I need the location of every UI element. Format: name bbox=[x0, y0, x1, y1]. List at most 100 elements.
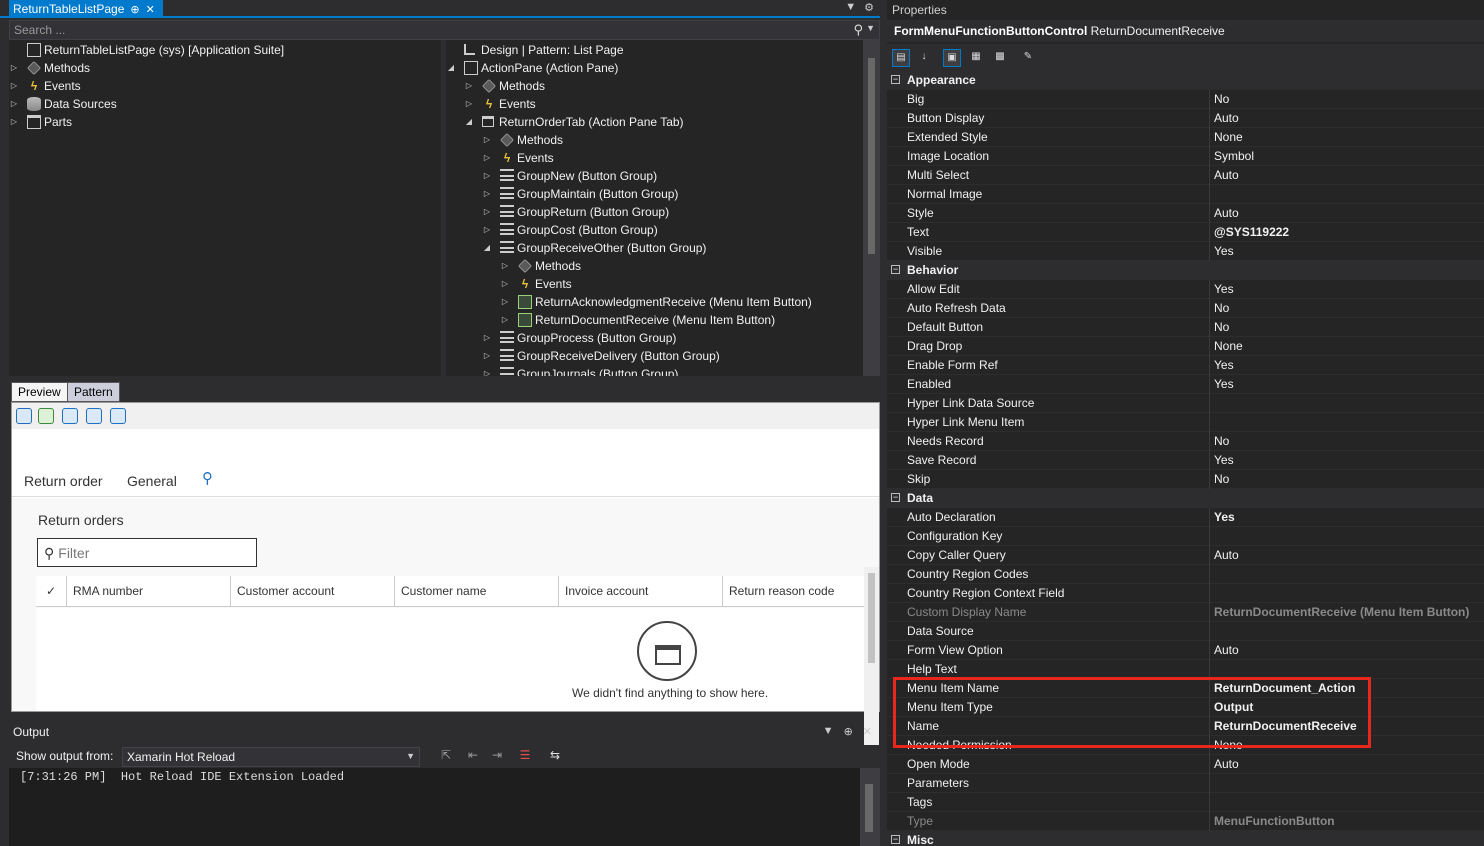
tree-node[interactable]: ▷ Data Sources bbox=[9, 95, 441, 113]
chevron-down-icon[interactable]: ▼ bbox=[406, 751, 415, 761]
property-row[interactable]: Type MenuFunctionButton bbox=[887, 812, 1484, 831]
wrench-icon[interactable]: ✎ bbox=[1019, 49, 1037, 67]
column-rma-number[interactable]: RMA number bbox=[66, 576, 230, 607]
tree-node[interactable]: ▷ ϟ Events bbox=[446, 149, 880, 167]
categorized-icon[interactable]: ▤ bbox=[892, 49, 910, 67]
property-row[interactable]: Auto Refresh Data No bbox=[887, 299, 1484, 318]
property-row[interactable]: Data Source bbox=[887, 622, 1484, 641]
property-row[interactable]: Needs Record No bbox=[887, 432, 1484, 451]
tree-node[interactable]: ▷ GroupJournals (Button Group) bbox=[446, 365, 880, 376]
property-row[interactable]: Needed Permission None bbox=[887, 736, 1484, 755]
property-row[interactable]: Configuration Key bbox=[887, 527, 1484, 546]
property-value[interactable]: @SYS119222 bbox=[1214, 223, 1484, 242]
property-row[interactable]: Normal Image bbox=[887, 185, 1484, 204]
property-value[interactable]: No bbox=[1214, 299, 1484, 318]
settings-gear-icon[interactable]: ⚙ bbox=[864, 1, 874, 14]
tree-node[interactable]: ▷ ϟ Events bbox=[9, 77, 441, 95]
property-value[interactable]: Yes bbox=[1214, 508, 1484, 527]
export-icon[interactable] bbox=[86, 408, 102, 424]
tree-node[interactable]: ▷ GroupReturn (Button Group) bbox=[446, 203, 880, 221]
property-row[interactable]: Parameters bbox=[887, 774, 1484, 793]
expand-arrow-icon[interactable]: ▷ bbox=[482, 185, 492, 203]
property-value[interactable]: Yes bbox=[1214, 356, 1484, 375]
tab-preview[interactable]: Preview bbox=[11, 382, 68, 402]
property-row[interactable]: Country Region Codes bbox=[887, 565, 1484, 584]
expand-arrow-icon[interactable]: ▷ bbox=[464, 77, 474, 95]
property-row[interactable]: Image Location Symbol bbox=[887, 147, 1484, 166]
property-row[interactable]: Enable Form Ref Yes bbox=[887, 356, 1484, 375]
pin-icon[interactable]: ⊕ bbox=[844, 725, 853, 738]
property-value[interactable]: ReturnDocument_Action bbox=[1214, 679, 1484, 698]
tree-node[interactable]: ▷ GroupMaintain (Button Group) bbox=[446, 185, 880, 203]
tree-node[interactable]: ▷ GroupReceiveDelivery (Button Group) bbox=[446, 347, 880, 365]
properties-object-selector[interactable]: FormMenuFunctionButtonControl ReturnDocu… bbox=[887, 20, 1484, 42]
property-row[interactable]: Enabled Yes bbox=[887, 375, 1484, 394]
refresh-icon[interactable] bbox=[16, 408, 32, 424]
property-row[interactable]: Name ReturnDocumentReceive bbox=[887, 717, 1484, 736]
tree-node[interactable]: ◢ ActionPane (Action Pane) bbox=[446, 59, 880, 77]
property-value[interactable]: Auto bbox=[1214, 755, 1484, 774]
dropdown-icon[interactable]: ▼ bbox=[823, 725, 834, 738]
tree-node[interactable]: ▷ ϟ Events bbox=[446, 95, 880, 113]
close-icon[interactable]: ✕ bbox=[863, 725, 872, 738]
tree-scrollbar[interactable] bbox=[863, 40, 880, 376]
word-wrap-icon[interactable]: ⇆ bbox=[546, 748, 564, 765]
property-value[interactable]: Auto bbox=[1214, 641, 1484, 660]
tab-pattern[interactable]: Pattern bbox=[67, 382, 120, 402]
property-category[interactable]: − Behavior bbox=[887, 261, 1484, 280]
property-row[interactable]: Tags bbox=[887, 793, 1484, 812]
property-row[interactable]: Menu Item Name ReturnDocument_Action bbox=[887, 679, 1484, 698]
nav-return-order[interactable]: Return order bbox=[24, 473, 103, 489]
search-input[interactable]: Search ... ⚲ ▼ bbox=[9, 20, 880, 40]
property-value[interactable]: Output bbox=[1214, 698, 1484, 717]
property-value[interactable]: None bbox=[1214, 337, 1484, 356]
expand-arrow-icon[interactable]: ▷ bbox=[482, 329, 492, 347]
expand-arrow-icon[interactable]: ▷ bbox=[482, 221, 492, 239]
tree-node[interactable]: ReturnTableListPage (sys) [Application S… bbox=[9, 41, 441, 59]
find-message-icon[interactable]: ⇱ bbox=[437, 748, 455, 765]
property-value[interactable]: No bbox=[1214, 318, 1484, 337]
events-view-icon[interactable]: ▦ bbox=[967, 49, 985, 67]
select-all-checkmark-icon[interactable]: ✓ bbox=[36, 576, 68, 607]
column-invoice-account[interactable]: Invoice account bbox=[558, 576, 722, 607]
tree-node[interactable]: ▷ Methods bbox=[446, 77, 880, 95]
property-value[interactable]: None bbox=[1214, 128, 1484, 147]
property-row[interactable]: Default Button No bbox=[887, 318, 1484, 337]
clear-all-icon[interactable]: ☰ bbox=[516, 748, 534, 765]
property-row[interactable]: Text @SYS119222 bbox=[887, 223, 1484, 242]
property-row[interactable]: Hyper Link Data Source bbox=[887, 394, 1484, 413]
expand-arrow-icon[interactable]: ▷ bbox=[482, 149, 492, 167]
close-icon[interactable]: ✕ bbox=[146, 3, 155, 16]
property-value[interactable]: No bbox=[1214, 432, 1484, 451]
search-dropdown-icon[interactable]: ▼ bbox=[866, 23, 875, 33]
property-row[interactable]: Country Region Context Field bbox=[887, 584, 1484, 603]
property-row[interactable]: Save Record Yes bbox=[887, 451, 1484, 470]
tree-node[interactable]: ▷ GroupCost (Button Group) bbox=[446, 221, 880, 239]
property-value[interactable]: No bbox=[1214, 470, 1484, 489]
collapse-box-icon[interactable]: − bbox=[891, 265, 900, 274]
expand-arrow-icon[interactable]: ▷ bbox=[500, 257, 510, 275]
property-value[interactable]: MenuFunctionButton bbox=[1214, 812, 1484, 831]
property-row[interactable]: Button Display Auto bbox=[887, 109, 1484, 128]
expand-arrow-icon[interactable]: ▷ bbox=[482, 203, 492, 221]
collapse-arrow-icon[interactable]: ◢ bbox=[464, 113, 474, 131]
collapse-box-icon[interactable]: − bbox=[891, 835, 900, 844]
search-icon[interactable]: ⚲ bbox=[853, 22, 863, 38]
filter-input[interactable]: ⚲ Filter bbox=[37, 538, 257, 567]
tree-node[interactable]: ▷ ϟ Events bbox=[446, 275, 880, 293]
expand-arrow-icon[interactable]: ▷ bbox=[500, 275, 510, 293]
open-form-icon[interactable] bbox=[62, 408, 78, 424]
property-value[interactable]: ReturnDocumentReceive (Menu Item Button) bbox=[1214, 603, 1484, 622]
tree-node[interactable]: ◢ ReturnOrderTab (Action Pane Tab) bbox=[446, 113, 880, 131]
tree-node[interactable]: ▷ Parts bbox=[9, 113, 441, 131]
expand-arrow-icon[interactable]: ▷ bbox=[482, 365, 492, 376]
expand-arrow-icon[interactable]: ▷ bbox=[482, 167, 492, 185]
output-scrollbar[interactable] bbox=[860, 768, 880, 846]
expand-arrow-icon[interactable]: ▷ bbox=[9, 95, 19, 113]
property-row[interactable]: Copy Caller Query Auto bbox=[887, 546, 1484, 565]
property-value[interactable]: Auto bbox=[1214, 204, 1484, 223]
collapse-arrow-icon[interactable]: ◢ bbox=[446, 59, 456, 77]
expand-arrow-icon[interactable]: ▷ bbox=[9, 77, 19, 95]
tree-node[interactable]: ▷ Methods bbox=[9, 59, 441, 77]
property-category[interactable]: − Data bbox=[887, 489, 1484, 508]
